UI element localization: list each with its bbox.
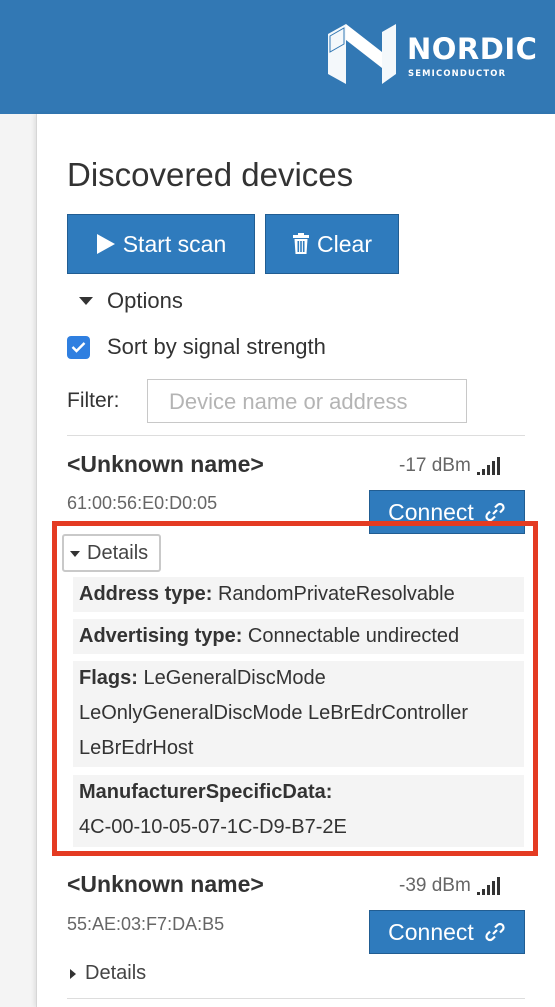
signal-strength-icon <box>476 457 500 475</box>
device-rssi: -17 dBm <box>399 455 502 477</box>
start-scan-button[interactable]: Start scan <box>67 214 255 274</box>
caret-right-icon <box>70 968 76 979</box>
divider <box>67 998 525 999</box>
clear-button[interactable]: Clear <box>265 214 399 274</box>
device-name: <Unknown name> <box>67 451 264 477</box>
checkmark-icon <box>71 342 86 353</box>
highlight-box <box>52 521 538 856</box>
connect-button[interactable]: Connect <box>369 910 525 954</box>
filter-label: Filter: <box>67 389 120 412</box>
start-scan-label: Start scan <box>122 230 227 257</box>
nordic-logo: NORDIC SEMICONDUCTOR <box>326 22 538 86</box>
rssi-value: -17 dBm <box>399 455 471 476</box>
app-header: NORDIC SEMICONDUCTOR <box>0 0 555 114</box>
details-label: Details <box>85 962 147 984</box>
clear-label: Clear <box>317 230 372 257</box>
link-icon <box>485 922 505 942</box>
page-title: Discovered devices <box>67 156 354 193</box>
device-address: 55:AE:03:F7:DA:B5 <box>67 914 225 934</box>
trash-icon <box>293 233 310 254</box>
details-toggle[interactable]: Details <box>70 962 146 985</box>
device-address: 61:00:56:E0:D0:05 <box>67 493 218 513</box>
sort-by-signal-checkbox[interactable] <box>67 335 90 359</box>
rssi-value: -39 dBm <box>399 875 471 896</box>
brand-tagline: SEMICONDUCTOR <box>408 68 507 78</box>
brand-name: NORDIC <box>407 32 538 66</box>
play-icon <box>96 234 115 254</box>
divider <box>67 435 525 436</box>
options-label: Options <box>107 288 183 313</box>
device-rssi: -39 dBm <box>399 875 502 897</box>
link-icon <box>485 502 505 522</box>
options-toggle[interactable]: Options <box>79 288 183 314</box>
connect-label: Connect <box>388 918 474 945</box>
caret-down-icon <box>79 297 93 305</box>
sort-by-signal-label: Sort by signal strength <box>107 334 326 359</box>
sort-by-signal-row[interactable]: Sort by signal strength <box>67 334 326 360</box>
device-name: <Unknown name> <box>67 871 264 897</box>
signal-strength-icon <box>476 877 500 895</box>
filter-input[interactable]: Device name or address <box>147 379 467 423</box>
nordic-logo-mark-icon <box>328 24 396 84</box>
